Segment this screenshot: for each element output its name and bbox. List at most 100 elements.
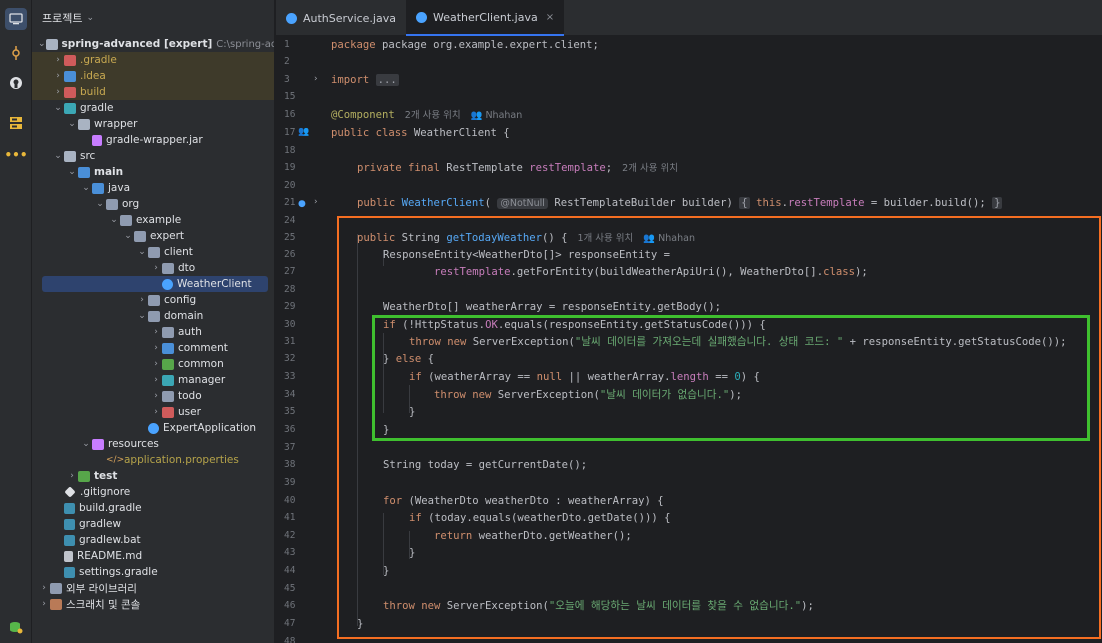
line-number[interactable]: 45 <box>284 583 306 594</box>
line-number[interactable]: 39 <box>284 477 306 488</box>
chevron-right-icon[interactable]: › <box>52 71 64 81</box>
chevron-down-icon[interactable]: ⌄ <box>66 119 78 129</box>
services-icon[interactable] <box>5 616 27 638</box>
tree-item[interactable]: › .idea <box>32 68 274 84</box>
line-number[interactable]: 3 <box>284 74 306 85</box>
tree-item[interactable]: gradlew.bat <box>32 532 274 548</box>
chevron-right-icon[interactable]: › <box>52 87 64 97</box>
tree-item[interactable]: ⌄ domain <box>32 308 274 324</box>
tree-item[interactable]: › test <box>32 468 274 484</box>
tree-item[interactable]: › manager <box>32 372 274 388</box>
tree-item[interactable]: › comment <box>32 340 274 356</box>
tree-item[interactable]: WeatherClient <box>42 276 268 292</box>
line-number[interactable]: 1 <box>284 39 306 50</box>
chevron-right-icon[interactable]: › <box>52 55 64 65</box>
line-number[interactable]: 24 <box>284 215 306 226</box>
line-number[interactable]: 16 <box>284 109 306 120</box>
tree-item[interactable]: ⌄ main <box>32 164 274 180</box>
folded-imports[interactable]: ... <box>375 74 399 86</box>
close-icon[interactable]: × <box>546 12 554 23</box>
tree-item[interactable]: build.gradle <box>32 500 274 516</box>
tree-item[interactable]: › 스크래치 및 콘솔 <box>32 596 274 612</box>
tree-item[interactable]: ⌄ src <box>32 148 274 164</box>
line-number[interactable]: 2 <box>284 56 306 67</box>
chevron-right-icon[interactable]: › <box>38 599 50 609</box>
line-number[interactable]: 41 <box>284 512 306 523</box>
line-number[interactable]: 20 <box>284 180 306 191</box>
chevron-down-icon[interactable]: ⌄ <box>38 39 46 49</box>
tree-item[interactable]: ⌄ gradle <box>32 100 274 116</box>
line-number[interactable]: 30 <box>284 319 306 330</box>
line-number[interactable]: 19 <box>284 162 306 173</box>
more-icon[interactable]: ••• <box>5 144 28 166</box>
line-number[interactable]: 29 <box>284 301 306 312</box>
line-number[interactable]: 27 <box>284 266 306 277</box>
line-number[interactable]: 31 <box>284 336 306 347</box>
tree-item[interactable]: gradle-wrapper.jar <box>32 132 274 148</box>
chevron-down-icon[interactable]: ⌄ <box>52 103 64 113</box>
github-icon[interactable] <box>5 72 27 94</box>
tree-item[interactable]: › todo <box>32 388 274 404</box>
tree-item[interactable]: › auth <box>32 324 274 340</box>
tree-item[interactable]: </> application.properties <box>32 452 274 468</box>
chevron-right-icon[interactable]: › <box>38 583 50 593</box>
line-number[interactable]: 47 <box>284 618 306 629</box>
tree-item[interactable]: › config <box>32 292 274 308</box>
tree-item[interactable]: ⌄ wrapper <box>32 116 274 132</box>
chevron-right-icon[interactable]: › <box>150 327 162 337</box>
line-number[interactable]: 36 <box>284 424 306 435</box>
line-number[interactable]: 15 <box>284 91 306 102</box>
line-number[interactable]: 35 <box>284 406 306 417</box>
line-number[interactable]: 48 <box>284 636 306 643</box>
tree-item[interactable]: › build <box>32 84 274 100</box>
fold-icon[interactable]: › <box>314 197 318 207</box>
tree-item[interactable]: gradlew <box>32 516 274 532</box>
chevron-down-icon[interactable]: ⌄ <box>94 199 106 209</box>
line-number[interactable]: 44 <box>284 565 306 576</box>
tree-item[interactable]: ⌄ org <box>32 196 274 212</box>
chevron-down-icon[interactable]: ⌄ <box>136 247 148 257</box>
tree-item[interactable]: ⌄ example <box>32 212 274 228</box>
chevron-down-icon[interactable]: ⌄ <box>66 167 78 177</box>
line-number[interactable]: 25 <box>284 232 306 243</box>
chevron-right-icon[interactable]: › <box>136 295 148 305</box>
line-number[interactable]: 33 <box>284 371 306 382</box>
line-number[interactable]: 34 <box>284 389 306 400</box>
structure-icon[interactable] <box>5 112 27 134</box>
line-number[interactable]: 46 <box>284 600 306 611</box>
line-number[interactable]: 32 <box>284 353 306 364</box>
commit-icon[interactable] <box>5 42 27 64</box>
project-header[interactable]: 프로젝트 ⌄ <box>32 0 274 36</box>
line-number[interactable]: 28 <box>284 284 306 295</box>
chevron-right-icon[interactable]: › <box>150 343 162 353</box>
project-icon[interactable] <box>5 8 27 30</box>
tree-item[interactable]: ⌄ java <box>32 180 274 196</box>
chevron-down-icon[interactable]: ⌄ <box>80 439 92 449</box>
tree-item[interactable]: ⌄ spring-advanced [expert]C:\spring-advan… <box>32 36 274 52</box>
tree-item[interactable]: .gitignore <box>32 484 274 500</box>
tab-weather-client[interactable]: WeatherClient.java × <box>405 0 565 36</box>
tree-item[interactable]: › dto <box>32 260 274 276</box>
tree-item[interactable]: › user <box>32 404 274 420</box>
tab-auth-service[interactable]: AuthService.java <box>276 0 406 36</box>
line-number[interactable]: 26 <box>284 249 306 260</box>
chevron-down-icon[interactable]: ⌄ <box>136 311 148 321</box>
tree-item[interactable]: README.md <box>32 548 274 564</box>
tree-item[interactable]: ⌄ expert <box>32 228 274 244</box>
line-number[interactable]: 43 <box>284 547 306 558</box>
line-number[interactable]: 42 <box>284 530 306 541</box>
chevron-right-icon[interactable]: › <box>150 391 162 401</box>
line-number[interactable]: 38 <box>284 459 306 470</box>
line-number[interactable]: 18 <box>284 145 306 156</box>
line-number[interactable]: 37 <box>284 442 306 453</box>
chevron-right-icon[interactable]: › <box>150 359 162 369</box>
author-icon[interactable]: 👥 <box>298 127 309 137</box>
tree-item[interactable]: ⌄ resources <box>32 436 274 452</box>
chevron-down-icon[interactable]: ⌄ <box>108 215 120 225</box>
chevron-right-icon[interactable]: › <box>150 375 162 385</box>
fold-icon[interactable]: › <box>314 74 318 84</box>
bean-icon[interactable]: ● <box>298 199 306 209</box>
tree-item[interactable]: › 외부 라이브러리 <box>32 580 274 596</box>
chevron-right-icon[interactable]: › <box>150 407 162 417</box>
chevron-down-icon[interactable]: ⌄ <box>52 151 64 161</box>
